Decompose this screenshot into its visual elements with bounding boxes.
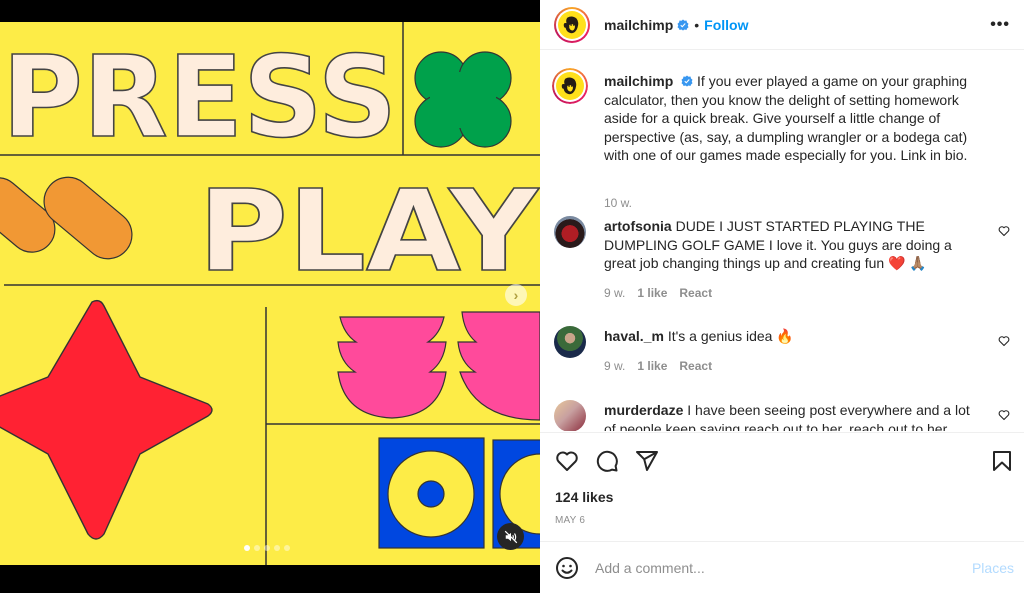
headline-play: PLAY [197,166,540,298]
likes-count[interactable]: 124 likes [555,489,613,505]
post-header: mailchimp • Follow ••• [540,0,1024,50]
bowl-shapes [337,311,540,421]
post-date: MAY 6 [555,515,586,526]
avatar[interactable] [552,68,588,104]
paper-plane-icon[interactable] [635,449,659,473]
post-side-panel: mailchimp • Follow ••• mailchimp If you … [540,0,1024,593]
mailchimp-logo-icon [561,77,577,95]
avatar[interactable] [554,6,590,43]
verified-badge-icon [677,19,689,30]
verified-badge-icon [681,75,693,87]
press-play-artwork: PRESS PLAY [0,22,540,565]
caption-username[interactable]: mailchimp [604,73,673,89]
comment-text: It's a genius idea 🔥 [667,328,794,344]
carousel-dot [274,545,280,551]
headline-word: PLAY [198,167,540,297]
chevron-right-icon: › [513,287,519,303]
comment-username[interactable]: artofsonia [604,218,672,234]
avatar[interactable] [554,216,586,248]
star-shape [0,299,213,540]
post-media: PRESS PLAY › [0,0,540,593]
comment-heart-icon[interactable] [998,409,1010,421]
follow-button[interactable]: Follow [704,17,748,33]
carousel-dot [254,545,260,551]
comment-text-block: artofsonia DUDE I JUST STARTED PLAYING T… [604,217,974,273]
media-image: PRESS PLAY [0,22,540,565]
avatar[interactable] [554,400,586,431]
carousel-next-button[interactable]: › [505,284,527,306]
carousel-indicator [244,545,290,551]
caption-meta: 10 w. [604,196,632,210]
comment-react-button[interactable]: React [679,359,712,373]
more-options-button[interactable]: ••• [990,16,1010,34]
comment-likes[interactable]: 1 like [637,286,667,300]
caption-text-block: mailchimp If you ever played a game on y… [604,72,974,165]
caption-time[interactable]: 10 w. [604,196,632,210]
comment-heart-icon[interactable] [998,335,1010,347]
comments-list[interactable]: mailchimp If you ever played a game on y… [540,51,1024,431]
comment-username[interactable]: haval._m [604,328,664,344]
clover-shape [414,51,512,148]
comment-react-button[interactable]: React [679,286,712,300]
speaker-muted-icon [504,530,517,543]
comment-text-block: haval._m It's a genius idea 🔥 [604,327,974,346]
avatar[interactable] [554,326,586,358]
header-separator: • [694,16,700,33]
heart-icon[interactable] [555,449,579,473]
comment-input[interactable] [595,559,955,576]
carousel-dot [264,545,270,551]
comment-meta: 9 w. 1 like React [604,359,712,373]
post-actions: 124 likes MAY 6 [540,432,1024,542]
comment-time[interactable]: 9 w. [604,286,625,300]
comment-likes[interactable]: 1 like [637,359,667,373]
pill-shapes [0,176,133,260]
comment-meta: 9 w. 1 like React [604,286,712,300]
add-comment-bar: Places [540,541,1024,593]
comment-text-block: murderdaze I have been seeing post every… [604,401,974,431]
headline-press: PRESS [1,32,398,164]
smiley-icon[interactable] [555,556,579,580]
carousel-dot [244,545,250,551]
mute-button[interactable] [497,523,524,550]
post-author-username[interactable]: mailchimp [604,17,673,33]
instagram-post-modal: PRESS PLAY › mailchimp • Follow ••• mail… [0,0,1024,593]
bookmark-icon[interactable] [990,449,1014,473]
comment-time[interactable]: 9 w. [604,359,625,373]
mailchimp-logo-icon [563,15,579,33]
comment-username[interactable]: murderdaze [604,402,683,418]
carousel-dot [284,545,290,551]
comment-heart-icon[interactable] [998,225,1010,237]
post-comment-button[interactable]: Places [972,560,1014,576]
comment-icon[interactable] [595,449,619,473]
headline-word: PRESS [2,33,397,163]
